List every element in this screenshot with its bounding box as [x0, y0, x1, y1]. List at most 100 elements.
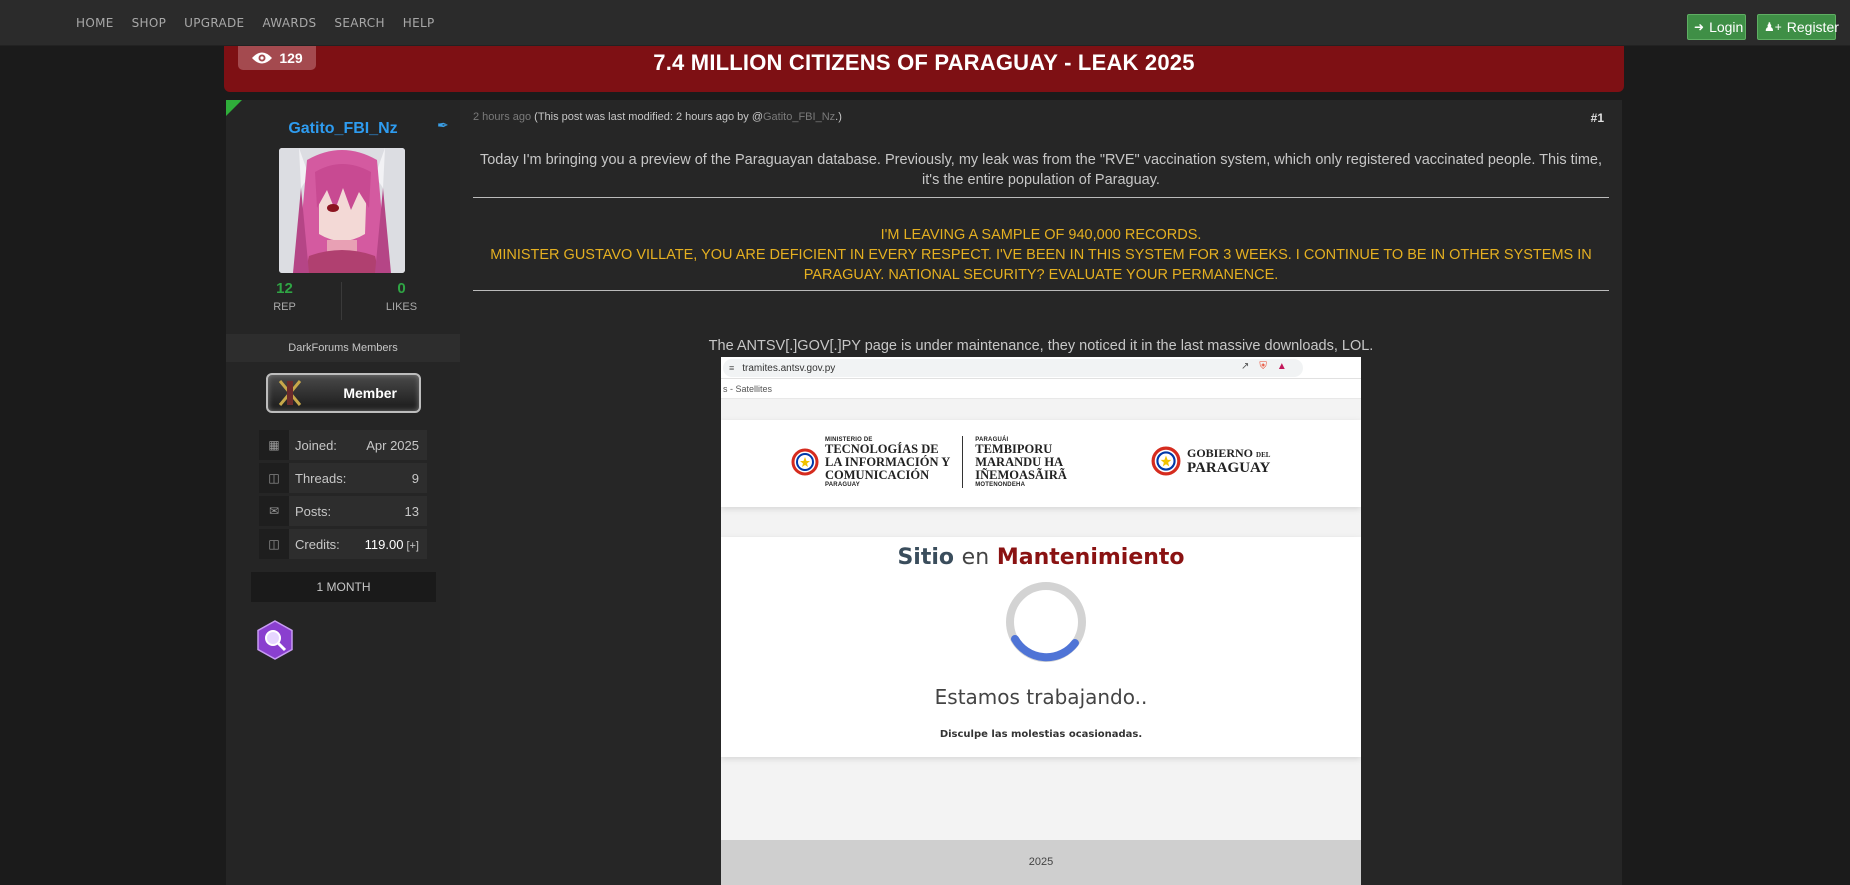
site-settings-icon: ≡	[729, 363, 735, 373]
mitic-line1: TECNOLOGÍAS DE	[825, 441, 939, 456]
nav-search[interactable]: SEARCH	[334, 16, 384, 30]
post-body: 2 hours ago (This post was last modified…	[460, 100, 1622, 885]
avatar[interactable]	[279, 148, 405, 273]
nav-upgrade[interactable]: UPGRADE	[184, 16, 244, 30]
rep-value: 12	[276, 280, 293, 297]
credits-value: 119.00 [+]	[365, 537, 419, 552]
embedded-screenshot[interactable]: ≡ tramites.antsv.gov.py ↗ ⛨ ▲ s - Satell…	[721, 357, 1361, 885]
threads-label: Threads:	[295, 470, 347, 486]
login-label: Login	[1709, 19, 1744, 35]
maint-word-sitio: Sitio	[897, 545, 954, 570]
nav-awards[interactable]: AWARDS	[262, 16, 316, 30]
paraguay-seal-icon	[791, 448, 819, 476]
gobierno-seal-icon	[1151, 446, 1181, 476]
register-button[interactable]: ♟+ Register	[1757, 14, 1839, 40]
author-username[interactable]: Gatito_FBI_Nz	[226, 120, 460, 138]
credits-label: Credits:	[295, 536, 340, 552]
membership-duration: 1 MONTH	[251, 572, 436, 602]
crossed-swords-icon	[278, 380, 302, 406]
top-navbar: HOME SHOP UPGRADE AWARDS SEARCH HELP ➜ L…	[0, 0, 1850, 46]
apology-message: Disculpe las molestias ocasionadas.	[939, 729, 1143, 740]
coins-icon: ◫	[259, 529, 289, 559]
browser-url-bar: ≡ tramites.antsv.gov.py ↗ ⛨ ▲	[721, 357, 1361, 379]
reputation-stats: 12 REP 0 LIKES	[226, 280, 460, 322]
post-modified-prefix: (This post was last modified: 2 hours ag…	[534, 111, 763, 123]
joined-label: Joined:	[295, 437, 337, 453]
maint-word-mantenimiento: Mantenimiento	[996, 545, 1185, 570]
url-text: tramites.antsv.gov.py	[742, 362, 836, 374]
maintenance-caption: The ANTSV[.]GOV[.]PY page is under maint…	[708, 338, 1374, 354]
book-icon: ◫	[259, 463, 289, 493]
screenshot-footer: 2025	[721, 840, 1361, 885]
user-plus-icon: ♟+	[1764, 20, 1782, 34]
gobierno-line1: GOBIERNO	[1187, 445, 1254, 460]
likes-label: LIKES	[385, 301, 418, 313]
guarani-line3: IÑEMOASÃIRÃ	[975, 467, 1067, 482]
sample-line: I'M LEAVING A SAMPLE OF 940,000 RECORDS.	[880, 227, 1202, 243]
gobierno-del: DEL	[1256, 450, 1271, 459]
guarani-small-bottom: MOTENONDEHA	[975, 481, 1026, 488]
search-award-icon[interactable]	[255, 620, 295, 660]
mitic-logo: MINISTERIO DE TECNOLOGÍAS DE LA INFORMAC…	[791, 434, 1067, 490]
calendar-icon: ▦	[259, 430, 289, 460]
nav-help[interactable]: HELP	[403, 16, 435, 30]
guarani-line1: TEMBIPORU	[975, 441, 1053, 456]
joined-row: ▦ Joined: Apr 2025	[259, 430, 427, 460]
threads-row[interactable]: ◫ Threads: 9	[259, 463, 427, 493]
post-intro: Today I'm bringing you a preview of the …	[479, 152, 1603, 188]
likes-stat[interactable]: 0 LIKES	[343, 280, 460, 313]
divider	[473, 197, 1609, 198]
stat-divider	[341, 282, 342, 320]
gov-header: MINISTERIO DE TECNOLOGÍAS DE LA INFORMAC…	[721, 420, 1361, 507]
maint-word-en: en	[961, 545, 990, 570]
minister-line: MINISTER GUSTAVO VILLATE, YOU ARE DEFICI…	[490, 247, 1592, 283]
logo-divider	[962, 436, 964, 488]
add-credits-link[interactable]: [+]	[406, 540, 419, 552]
mitic-line2: LA INFORMACIÓN Y	[825, 454, 951, 469]
avatar-image	[279, 148, 405, 273]
thread-title-banner: 129 7.4 MILLION CITIZENS OF PARAGUAY - L…	[224, 46, 1624, 92]
browser-toolbar-icons: ↗ ⛨ ▲	[1241, 361, 1287, 372]
register-label: Register	[1786, 19, 1839, 35]
gobierno-logo: GOBIERNO DEL PARAGUAY	[1151, 446, 1270, 476]
nav-home[interactable]: HOME	[76, 16, 114, 30]
loading-spinner-icon	[1006, 582, 1086, 662]
likes-value: 0	[397, 280, 406, 297]
online-indicator	[226, 100, 242, 116]
mitic-line3: COMUNICACIÓN	[825, 467, 930, 482]
maintenance-card: Sitio en Mantenimiento Estamos trabajand…	[721, 537, 1361, 757]
joined-value: Apr 2025	[366, 437, 419, 453]
posts-label: Posts:	[295, 503, 332, 519]
user-group: DarkForums Members	[226, 334, 460, 362]
credits-row: ◫ Credits: 119.00 [+]	[259, 529, 427, 559]
modified-by-user[interactable]: Gatito_FBI_Nz	[763, 111, 835, 123]
guarani-line2: MARANDU HA	[975, 454, 1064, 469]
bookmarks-bar: s - Satellites	[721, 379, 1361, 399]
rep-label: REP	[273, 301, 296, 313]
threads-value: 9	[411, 470, 419, 486]
mitic-small-bottom: PARAGUAY	[825, 481, 860, 488]
sign-in-icon: ➜	[1694, 20, 1705, 34]
gobierno-line2: PARAGUAY	[1187, 459, 1271, 476]
maintenance-title: Sitio en Mantenimiento	[721, 545, 1361, 570]
comments-icon: ✉	[259, 496, 289, 526]
login-button[interactable]: ➜ Login	[1687, 14, 1746, 40]
post-number[interactable]: #1	[1591, 111, 1604, 125]
member-badge-label: Member	[343, 385, 397, 401]
author-profile: ✒ Gatito_FBI_Nz 12 REP 0 LIKES DarkForum…	[226, 100, 460, 885]
post-modified-suffix: .)	[835, 111, 842, 123]
nav-shop[interactable]: SHOP	[132, 16, 167, 30]
url-box: ≡ tramites.antsv.gov.py	[723, 359, 1303, 377]
credits-amount: 119.00	[364, 536, 404, 552]
share-icon: ↗	[1241, 361, 1250, 372]
posts-row[interactable]: ✉ Posts: 13	[259, 496, 427, 526]
member-badge: Member	[266, 373, 421, 413]
brave-rewards-icon: ▲	[1276, 361, 1287, 372]
rep-stat[interactable]: 12 REP	[226, 280, 343, 313]
thread-title: 7.4 MILLION CITIZENS OF PARAGUAY - LEAK …	[653, 50, 1195, 75]
post-meta: 2 hours ago (This post was last modified…	[473, 111, 842, 123]
brave-shield-icon: ⛨	[1259, 361, 1267, 372]
post-warning: I'M LEAVING A SAMPLE OF 940,000 RECORDS.…	[473, 225, 1609, 285]
posts-value: 13	[404, 503, 419, 519]
profile-info: ▦ Joined: Apr 2025 ◫ Threads: 9 ✉ Posts:…	[259, 430, 427, 562]
